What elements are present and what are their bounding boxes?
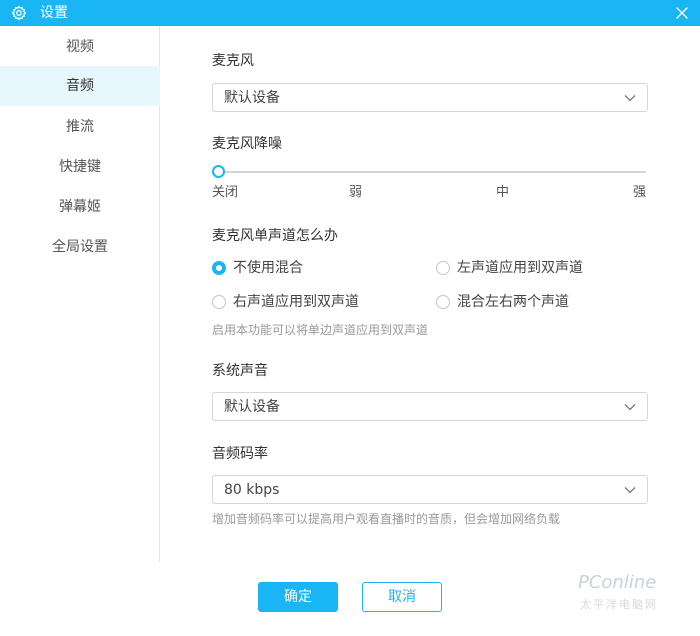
radio-label: 左声道应用到双声道 [457, 260, 583, 276]
bitrate-select[interactable]: 80 kbps [212, 475, 648, 504]
noise-reduction-slider-track[interactable] [212, 171, 646, 173]
radio-label: 混合左右两个声道 [457, 294, 569, 310]
close-icon[interactable] [673, 4, 691, 22]
bitrate-select-value: 80 kbps [224, 482, 280, 498]
radio-label: 右声道应用到双声道 [233, 294, 359, 310]
sidebar-item-stream[interactable]: 推流 [0, 107, 160, 147]
gear-icon [11, 5, 27, 21]
watermark: PConline 太平洋电脑网 [578, 572, 688, 622]
microphone-select[interactable]: 默认设备 [212, 83, 648, 112]
sidebar-item-video[interactable]: 视频 [0, 27, 160, 67]
watermark-brand: PConline [578, 572, 657, 593]
radio-indicator [212, 261, 226, 275]
watermark-sub: 太平洋电脑网 [580, 598, 658, 611]
title-bar: 设置 [0, 0, 700, 26]
bitrate-label: 音频码率 [212, 446, 268, 462]
noise-tick-medium: 中 [496, 185, 510, 200]
chevron-down-icon [624, 95, 636, 102]
sidebar-item-global-settings[interactable]: 全局设置 [0, 227, 160, 267]
sidebar-item-hotkeys[interactable]: 快捷键 [0, 147, 160, 187]
microphone-select-value: 默认设备 [224, 90, 280, 106]
radio-right-to-stereo[interactable]: 右声道应用到双声道 [212, 293, 359, 311]
noise-tick-off: 关闭 [212, 185, 239, 200]
radio-label: 不使用混合 [233, 260, 303, 276]
noise-tick-weak: 弱 [349, 185, 363, 200]
radio-indicator [212, 295, 226, 309]
radio-no-mix[interactable]: 不使用混合 [212, 259, 303, 277]
radio-indicator [436, 295, 450, 309]
noise-reduction-slider-thumb[interactable] [212, 165, 225, 178]
mono-label: 麦克风单声道怎么办 [212, 228, 338, 244]
sidebar-item-danmaku[interactable]: 弹幕姬 [0, 187, 160, 227]
radio-indicator [436, 261, 450, 275]
mono-hint: 启用本功能可以将单边声道应用到双声道 [212, 323, 429, 337]
noise-tick-strong: 强 [633, 185, 647, 200]
window-title: 设置 [40, 5, 68, 21]
microphone-label: 麦克风 [212, 53, 254, 69]
audio-settings-panel: 麦克风 默认设备 麦克风降噪 关闭 弱 中 强 麦克风单声道怎么办 不使用混合 … [160, 26, 700, 562]
system-sound-select[interactable]: 默认设备 [212, 392, 648, 421]
cancel-button[interactable]: 取消 [362, 582, 442, 612]
chevron-down-icon [624, 404, 636, 411]
bitrate-hint: 增加音频码率可以提高用户观看直播时的音质，但会增加网络负载 [212, 512, 561, 526]
sidebar: 视频 音频 推流 快捷键 弹幕姬 全局设置 [0, 26, 160, 562]
chevron-down-icon [624, 487, 636, 494]
system-sound-select-value: 默认设备 [224, 399, 280, 415]
noise-reduction-label: 麦克风降噪 [212, 136, 282, 152]
sidebar-item-audio[interactable]: 音频 [0, 66, 160, 106]
confirm-button[interactable]: 确定 [258, 582, 338, 612]
radio-left-to-stereo[interactable]: 左声道应用到双声道 [436, 259, 583, 277]
radio-mix-both[interactable]: 混合左右两个声道 [436, 293, 569, 311]
system-sound-label: 系统声音 [212, 363, 268, 379]
